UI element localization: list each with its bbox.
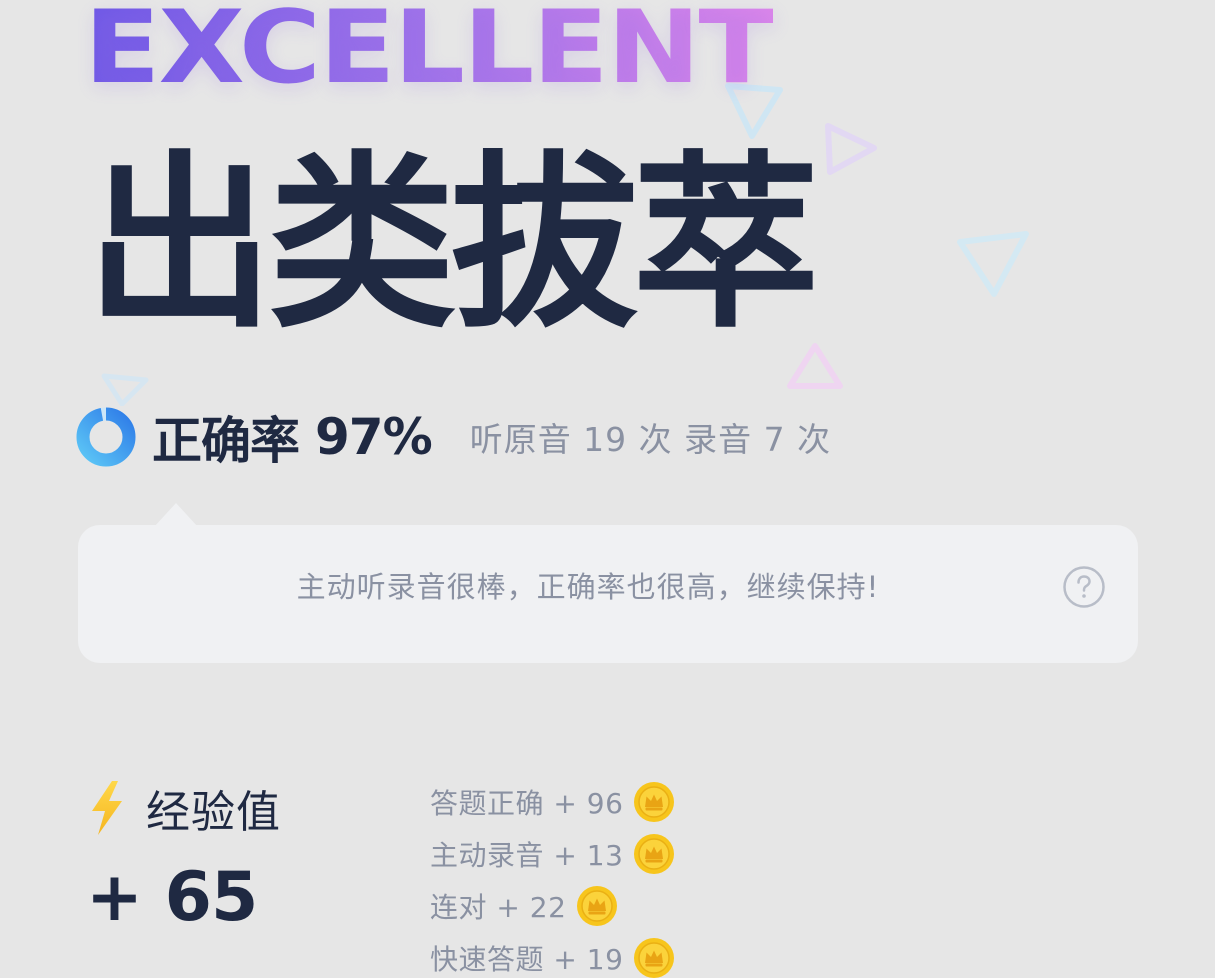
accuracy-row: 正确率 97% 听原音 19 次 录音 7 次 — [74, 400, 831, 474]
list-item: 主动录音 + 13 — [430, 828, 675, 880]
decorative-triangle-icon — [825, 123, 877, 175]
experience-label: 经验值 — [146, 787, 281, 838]
excellent-heading: EXCELLENT — [84, 0, 775, 102]
bonus-label: 主动录音 + 13 — [430, 839, 624, 872]
decorative-triangle-icon — [957, 231, 1029, 297]
result-page: EXCELLENT 出类拔萃 正确率 97% 听原音 19 次 录音 7 次 主… — [0, 0, 1215, 978]
bonus-list: 答题正确 + 96 主动录音 + 13 连对 + 22 快速答题 + 19 — [430, 776, 675, 978]
crown-coin-icon — [577, 886, 618, 926]
tip-card-pointer — [154, 503, 198, 527]
crown-coin-icon — [634, 782, 675, 822]
accuracy-label: 正确率 — [152, 412, 300, 470]
experience-total: + 65 — [86, 858, 258, 937]
bonus-label: 连对 + 22 — [430, 891, 567, 924]
tip-card: 主动听录音很棒，正确率也很高，继续保持! — [78, 525, 1138, 663]
listen-stats: 听原音 19 次 录音 7 次 — [469, 420, 832, 459]
experience-label-row: 经验值 — [88, 776, 281, 840]
crown-coin-icon — [634, 938, 675, 978]
crown-coin-icon — [634, 834, 675, 874]
bonus-label: 快速答题 + 19 — [430, 943, 624, 976]
question-circle-icon[interactable] — [1062, 565, 1106, 609]
page-title: 出类拔萃 — [86, 135, 820, 354]
list-item: 答题正确 + 96 — [430, 776, 675, 828]
tip-text: 主动听录音很棒，正确率也很高，继续保持! — [296, 570, 880, 604]
accuracy-ring-icon — [76, 407, 136, 467]
bonus-label: 答题正确 + 96 — [430, 787, 624, 820]
list-item: 连对 + 22 — [430, 880, 675, 932]
list-item: 快速答题 + 19 — [430, 932, 675, 978]
accuracy-value: 97% — [315, 408, 433, 466]
lightning-icon — [92, 781, 122, 835]
